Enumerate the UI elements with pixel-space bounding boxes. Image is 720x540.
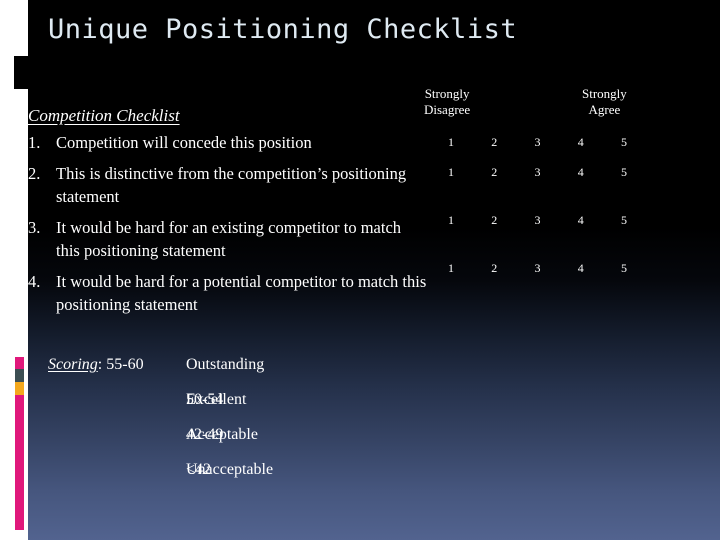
rating-option-3[interactable]: 3 bbox=[527, 260, 549, 276]
scoring-separator: : bbox=[97, 356, 107, 373]
scoring-row: <42 Unacceptable bbox=[48, 459, 468, 481]
rating-option-1[interactable]: 1 bbox=[440, 212, 462, 228]
rating-option-2[interactable]: 2 bbox=[483, 134, 505, 150]
rating-option-2[interactable]: 2 bbox=[483, 212, 505, 228]
checklist-list: 1. Competition will concede this positio… bbox=[28, 131, 428, 324]
list-item-label: Competition will concede this position bbox=[56, 133, 312, 152]
list-item-label: It would be hard for an existing competi… bbox=[56, 218, 402, 260]
scoring-range: 42-49 bbox=[186, 426, 224, 443]
scale-label-strongly-agree: Strongly Agree bbox=[582, 86, 627, 118]
rating-row[interactable]: 1 2 3 4 5 bbox=[440, 134, 635, 150]
scoring-row: Scoring: 55-60 Outstanding bbox=[48, 354, 468, 376]
slide-canvas: Unique Positioning Checklist Strongly Di… bbox=[0, 0, 720, 540]
checklist-heading: Competition Checklist bbox=[28, 106, 180, 125]
rating-row[interactable]: 1 2 3 4 5 bbox=[440, 260, 635, 276]
scoring-range: <42 bbox=[186, 461, 212, 478]
scale-label-agree-line2: Agree bbox=[588, 102, 621, 117]
rating-option-4[interactable]: 4 bbox=[570, 212, 592, 228]
scoring-row: 50-54 Excellent bbox=[48, 389, 468, 411]
scale-label-disagree-line1: Strongly bbox=[424, 86, 470, 101]
rating-option-5[interactable]: 5 bbox=[613, 212, 635, 228]
scoring-description: Unacceptable bbox=[186, 461, 274, 478]
scale-label-strongly-disagree: Strongly Disagree bbox=[424, 86, 470, 118]
list-item: 2. This is distinctive from the competit… bbox=[28, 162, 428, 208]
list-item-label: It would be hard for a potential competi… bbox=[56, 272, 427, 314]
rating-option-3[interactable]: 3 bbox=[527, 134, 549, 150]
left-black-block-accent bbox=[14, 56, 29, 89]
scoring-description: Outstanding bbox=[186, 356, 265, 373]
rating-row[interactable]: 1 2 3 4 5 bbox=[440, 212, 635, 228]
rating-option-3[interactable]: 3 bbox=[527, 164, 549, 180]
rating-option-1[interactable]: 1 bbox=[440, 134, 462, 150]
scoring-legend: Scoring: 55-60 Outstanding 50-54 Excelle… bbox=[48, 354, 468, 494]
scoring-first-range-group: Scoring: 55-60 bbox=[48, 354, 186, 376]
rating-option-1[interactable]: 1 bbox=[440, 260, 462, 276]
list-item: 1. Competition will concede this positio… bbox=[28, 131, 428, 154]
slide-title: Unique Positioning Checklist bbox=[48, 14, 518, 45]
rating-option-2[interactable]: 2 bbox=[483, 260, 505, 276]
scoring-description: Acceptable bbox=[186, 426, 258, 443]
scoring-range: 50-54 bbox=[186, 391, 224, 408]
scoring-row: 42-49 Acceptable bbox=[48, 424, 468, 446]
list-item-number: 4. bbox=[28, 272, 41, 291]
rating-row[interactable]: 1 2 3 4 5 bbox=[440, 164, 635, 180]
scoring-range: 55-60 bbox=[106, 356, 144, 373]
list-item-number: 1. bbox=[28, 133, 41, 152]
list-item: 3. It would be hard for an existing comp… bbox=[28, 216, 428, 262]
rating-option-3[interactable]: 3 bbox=[527, 212, 549, 228]
list-item: 4. It would be hard for a potential comp… bbox=[28, 270, 428, 316]
scoring-description: Excellent bbox=[186, 391, 247, 408]
rating-option-5[interactable]: 5 bbox=[613, 164, 635, 180]
scale-label-agree-line1: Strongly bbox=[582, 86, 627, 101]
rating-option-4[interactable]: 4 bbox=[570, 164, 592, 180]
scale-label-disagree-line2: Disagree bbox=[424, 102, 471, 117]
rating-option-4[interactable]: 4 bbox=[570, 260, 592, 276]
list-item-label: This is distinctive from the competition… bbox=[56, 164, 407, 206]
scoring-label: Scoring bbox=[48, 356, 98, 373]
rating-option-5[interactable]: 5 bbox=[613, 260, 635, 276]
list-item-number: 3. bbox=[28, 218, 41, 237]
rating-option-1[interactable]: 1 bbox=[440, 164, 462, 180]
rating-option-2[interactable]: 2 bbox=[483, 164, 505, 180]
left-accent-bar-slate-segment bbox=[15, 369, 24, 382]
left-accent-bar-orange-segment bbox=[15, 382, 24, 395]
rating-option-5[interactable]: 5 bbox=[613, 134, 635, 150]
list-item-number: 2. bbox=[28, 164, 41, 183]
rating-option-4[interactable]: 4 bbox=[570, 134, 592, 150]
